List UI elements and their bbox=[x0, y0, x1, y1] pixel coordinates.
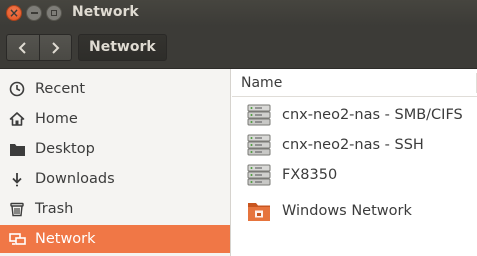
title-bar: × Network bbox=[0, 0, 477, 26]
toolbar: Network bbox=[0, 26, 477, 69]
sidebar-item-label: Downloads bbox=[35, 171, 115, 187]
nav-buttons bbox=[6, 34, 72, 61]
chevron-left-icon bbox=[18, 41, 26, 54]
list-item[interactable]: cnx-neo2-nas - SSH bbox=[232, 130, 477, 160]
server-icon bbox=[247, 134, 271, 156]
download-icon bbox=[8, 170, 26, 188]
network-folder-icon bbox=[248, 203, 270, 221]
back-button[interactable] bbox=[7, 35, 39, 60]
sidebar-item-label: Home bbox=[35, 111, 78, 127]
close-button[interactable]: × bbox=[6, 5, 22, 21]
list-item-label: Windows Network bbox=[282, 203, 412, 219]
column-header-name[interactable]: Name bbox=[232, 69, 477, 97]
home-icon bbox=[8, 110, 26, 128]
sidebar: Recent Home Desktop Downloads Trash Netw… bbox=[0, 69, 231, 256]
list-item[interactable]: FX8350 bbox=[232, 160, 477, 190]
sidebar-item-trash[interactable]: Trash bbox=[0, 195, 230, 223]
close-icon: × bbox=[8, 6, 20, 20]
network-icon bbox=[8, 230, 26, 248]
folder-icon bbox=[8, 140, 26, 158]
minimize-icon bbox=[30, 12, 38, 14]
maximize-button[interactable] bbox=[46, 5, 62, 21]
list-item-label: cnx-neo2-nas - SSH bbox=[282, 137, 424, 153]
file-view: Name cnx-neo2-nas - SMB/CIFS cnx-neo2-na… bbox=[232, 69, 477, 256]
clock-icon bbox=[8, 80, 26, 98]
window-title: Network bbox=[72, 4, 139, 20]
server-icon bbox=[247, 104, 271, 126]
sidebar-item-desktop[interactable]: Desktop bbox=[0, 135, 230, 163]
list-item[interactable]: cnx-neo2-nas - SMB/CIFS bbox=[232, 100, 477, 130]
forward-button[interactable] bbox=[38, 35, 72, 60]
list-item-label: cnx-neo2-nas - SMB/CIFS bbox=[282, 107, 463, 123]
column-header-label: Name bbox=[241, 75, 283, 91]
server-icon bbox=[247, 164, 271, 186]
sidebar-item-home[interactable]: Home bbox=[0, 105, 230, 133]
list-item[interactable]: Windows Network bbox=[232, 196, 477, 226]
sidebar-item-label: Network bbox=[35, 231, 96, 247]
path-button-network[interactable]: Network bbox=[78, 34, 167, 61]
chevron-right-icon bbox=[52, 41, 60, 54]
trash-icon bbox=[8, 200, 26, 218]
sidebar-item-network[interactable]: Network bbox=[0, 225, 230, 253]
sidebar-item-recent[interactable]: Recent bbox=[0, 75, 230, 103]
minimize-button[interactable] bbox=[26, 5, 42, 21]
list-item-label: FX8350 bbox=[282, 167, 338, 183]
sidebar-item-downloads[interactable]: Downloads bbox=[0, 165, 230, 193]
sidebar-item-label: Trash bbox=[35, 201, 74, 217]
maximize-icon bbox=[51, 10, 57, 16]
sidebar-item-label: Desktop bbox=[35, 141, 95, 157]
sidebar-item-label: Recent bbox=[35, 81, 86, 97]
